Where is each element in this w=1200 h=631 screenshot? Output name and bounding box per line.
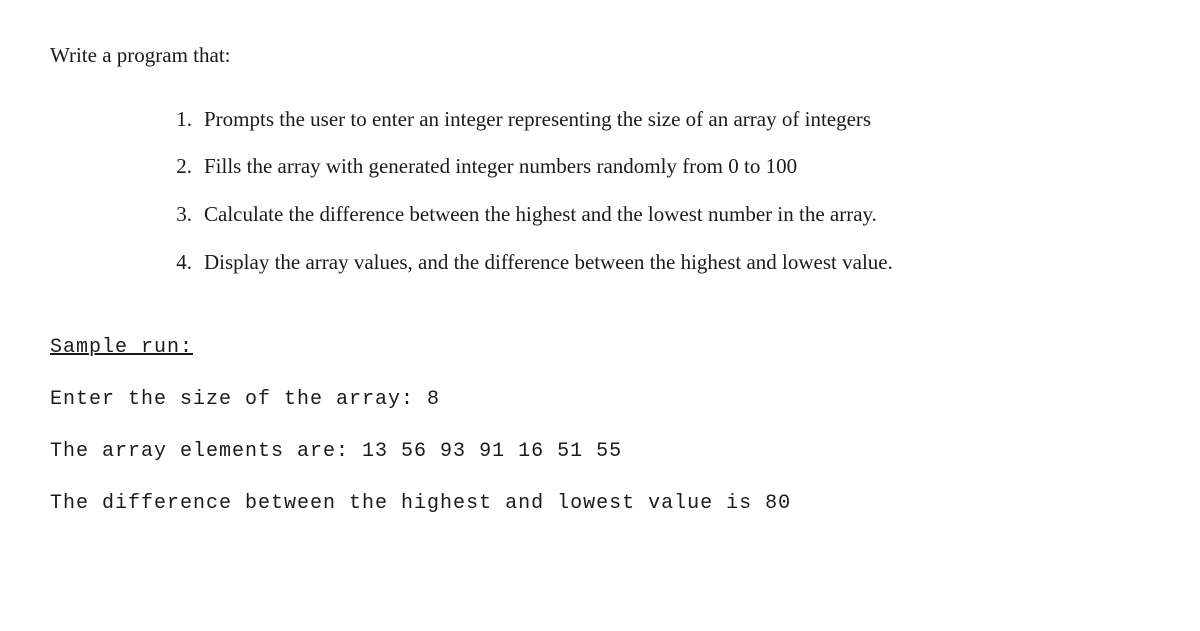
instruction-list: 1. Prompts the user to enter an integer …	[50, 100, 1150, 284]
list-text: Prompts the user to enter an integer rep…	[204, 100, 1150, 140]
sample-line: The difference between the highest and l…	[50, 489, 1150, 519]
list-marker: 4.	[170, 243, 204, 283]
intro-text: Write a program that:	[50, 40, 1150, 72]
list-item: 2. Fills the array with generated intege…	[170, 147, 1150, 187]
sample-run-heading: Sample run:	[50, 333, 1150, 363]
list-text: Calculate the difference between the hig…	[204, 195, 1150, 235]
sample-line: Enter the size of the array: 8	[50, 385, 1150, 415]
list-item: 3. Calculate the difference between the …	[170, 195, 1150, 235]
list-text: Display the array values, and the differ…	[204, 243, 1150, 283]
list-marker: 2.	[170, 147, 204, 187]
list-item: 4. Display the array values, and the dif…	[170, 243, 1150, 283]
list-text: Fills the array with generated integer n…	[204, 147, 1150, 187]
sample-line: The array elements are: 13 56 93 91 16 5…	[50, 437, 1150, 467]
list-item: 1. Prompts the user to enter an integer …	[170, 100, 1150, 140]
list-marker: 1.	[170, 100, 204, 140]
list-marker: 3.	[170, 195, 204, 235]
